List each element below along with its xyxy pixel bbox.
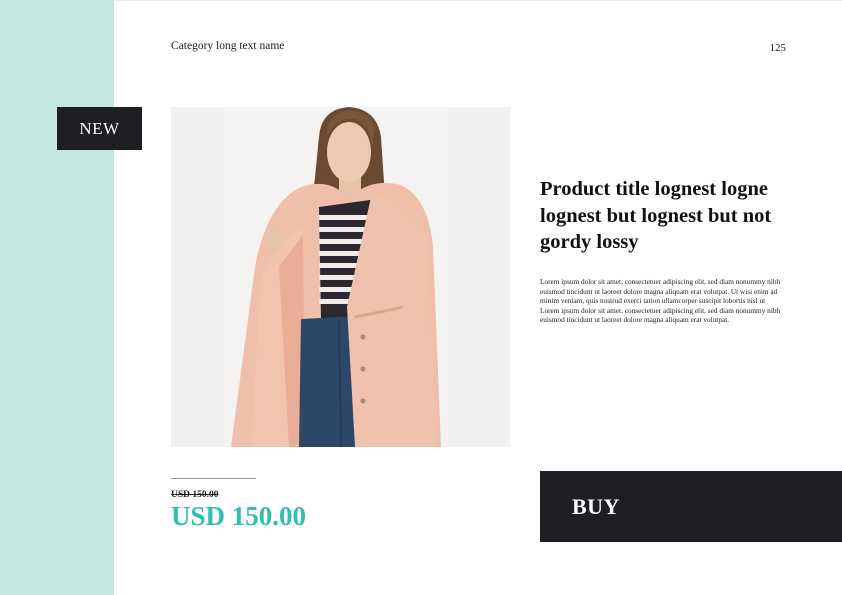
new-badge: NEW (57, 107, 142, 150)
buy-button[interactable]: BUY (540, 471, 842, 542)
new-badge-label: NEW (79, 118, 120, 138)
page-number: 125 (769, 42, 787, 54)
buy-button-label: BUY (572, 493, 620, 519)
product-description: Lorem ipsum dolor sit amet, consectetuer… (540, 277, 781, 325)
side-accent-band (0, 0, 114, 595)
product-image (171, 107, 510, 447)
product-photo (171, 107, 510, 447)
category-label: Category long text name (171, 40, 285, 52)
product-title: Product title lognest logne lognest but … (540, 178, 772, 253)
price-divider (171, 478, 256, 479)
current-price: USD 150.00 (171, 501, 307, 531)
old-price: USD 150.00 (171, 490, 219, 500)
top-divider (114, 0, 842, 1)
